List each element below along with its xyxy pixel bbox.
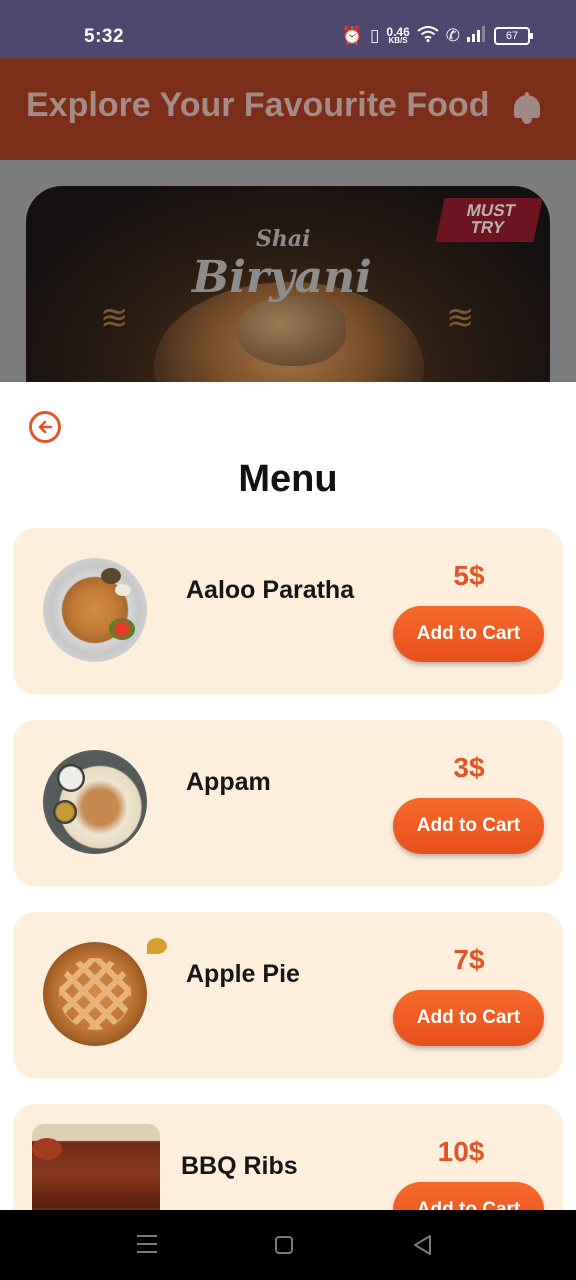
ray-decoration: ≋ bbox=[100, 299, 129, 337]
alarm-icon: ⏰ bbox=[341, 26, 364, 45]
appam-image bbox=[43, 750, 147, 854]
banner-script-top: Shai bbox=[256, 226, 311, 252]
food-price: 3$ bbox=[453, 752, 485, 783]
menu-item-card: Aaloo Paratha 5$ Add to Cart bbox=[13, 528, 563, 694]
add-to-cart-button[interactable]: Add to Cart bbox=[393, 798, 544, 854]
wifi-call-icon: ✆ bbox=[445, 26, 460, 45]
bell-icon[interactable] bbox=[512, 92, 542, 124]
home-icon[interactable] bbox=[275, 1236, 293, 1254]
food-name: Apple Pie bbox=[186, 960, 300, 988]
bbq-ribs-image bbox=[32, 1124, 160, 1210]
arrow-left-circle-icon bbox=[38, 420, 53, 434]
ray-decoration: ≋ bbox=[446, 299, 475, 337]
banner-script-main: Biryani bbox=[192, 252, 372, 303]
menu-sheet: Menu Aaloo Paratha 5$ Add to Cart Appam … bbox=[0, 382, 576, 1210]
wifi-icon bbox=[417, 26, 439, 45]
recent-apps-icon[interactable] bbox=[137, 1235, 157, 1255]
ribbon-line2: TRY bbox=[468, 218, 507, 237]
network-speed-unit: KB/S bbox=[388, 36, 408, 46]
ribbon-line1: MUST bbox=[464, 201, 518, 220]
menu-item-card: BBQ Ribs 10$ Add to Cart bbox=[13, 1104, 563, 1210]
status-time: 5:32 bbox=[84, 26, 125, 47]
menu-item-card: Appam 3$ Add to Cart bbox=[13, 720, 563, 886]
menu-title: Menu bbox=[238, 458, 338, 500]
app-title: Explore Your Favourite Food bbox=[26, 86, 490, 124]
food-price: 10$ bbox=[437, 1136, 485, 1167]
food-name: BBQ Ribs bbox=[181, 1152, 298, 1180]
aaloo-paratha-image bbox=[43, 558, 147, 662]
add-to-cart-button[interactable]: Add to Cart bbox=[393, 606, 544, 662]
chicken-image bbox=[236, 296, 346, 366]
back-button[interactable] bbox=[29, 411, 61, 443]
signal-icon bbox=[467, 26, 487, 45]
must-try-ribbon: MUST TRY bbox=[435, 198, 543, 242]
battery-icon: 67 bbox=[494, 26, 533, 45]
app-bar: Explore Your Favourite Food bbox=[0, 58, 576, 160]
status-bar: 5:32 ⏰ ▯ 0.46 KB/S ✆ 67 bbox=[0, 0, 576, 58]
back-icon[interactable] bbox=[412, 1234, 432, 1256]
food-price: 5$ bbox=[453, 560, 485, 591]
vibrate-icon: ▯ bbox=[370, 26, 380, 45]
status-icons: ⏰ ▯ 0.46 KB/S ✆ 67 bbox=[341, 26, 533, 46]
food-price: 7$ bbox=[453, 944, 485, 975]
add-to-cart-button[interactable]: Add to Cart bbox=[393, 990, 544, 1046]
add-to-cart-button[interactable]: Add to Cart bbox=[393, 1182, 544, 1210]
food-name: Aaloo Paratha bbox=[186, 576, 355, 604]
menu-item-card: Apple Pie 7$ Add to Cart bbox=[13, 912, 563, 1078]
network-speed: 0.46 KB/S bbox=[386, 26, 409, 46]
apple-pie-image bbox=[43, 938, 167, 1046]
food-name: Appam bbox=[186, 768, 271, 796]
promo-banner[interactable]: ≋ ≋ Shai Biryani MUST TRY bbox=[26, 186, 550, 382]
system-nav-bar bbox=[0, 1210, 576, 1280]
